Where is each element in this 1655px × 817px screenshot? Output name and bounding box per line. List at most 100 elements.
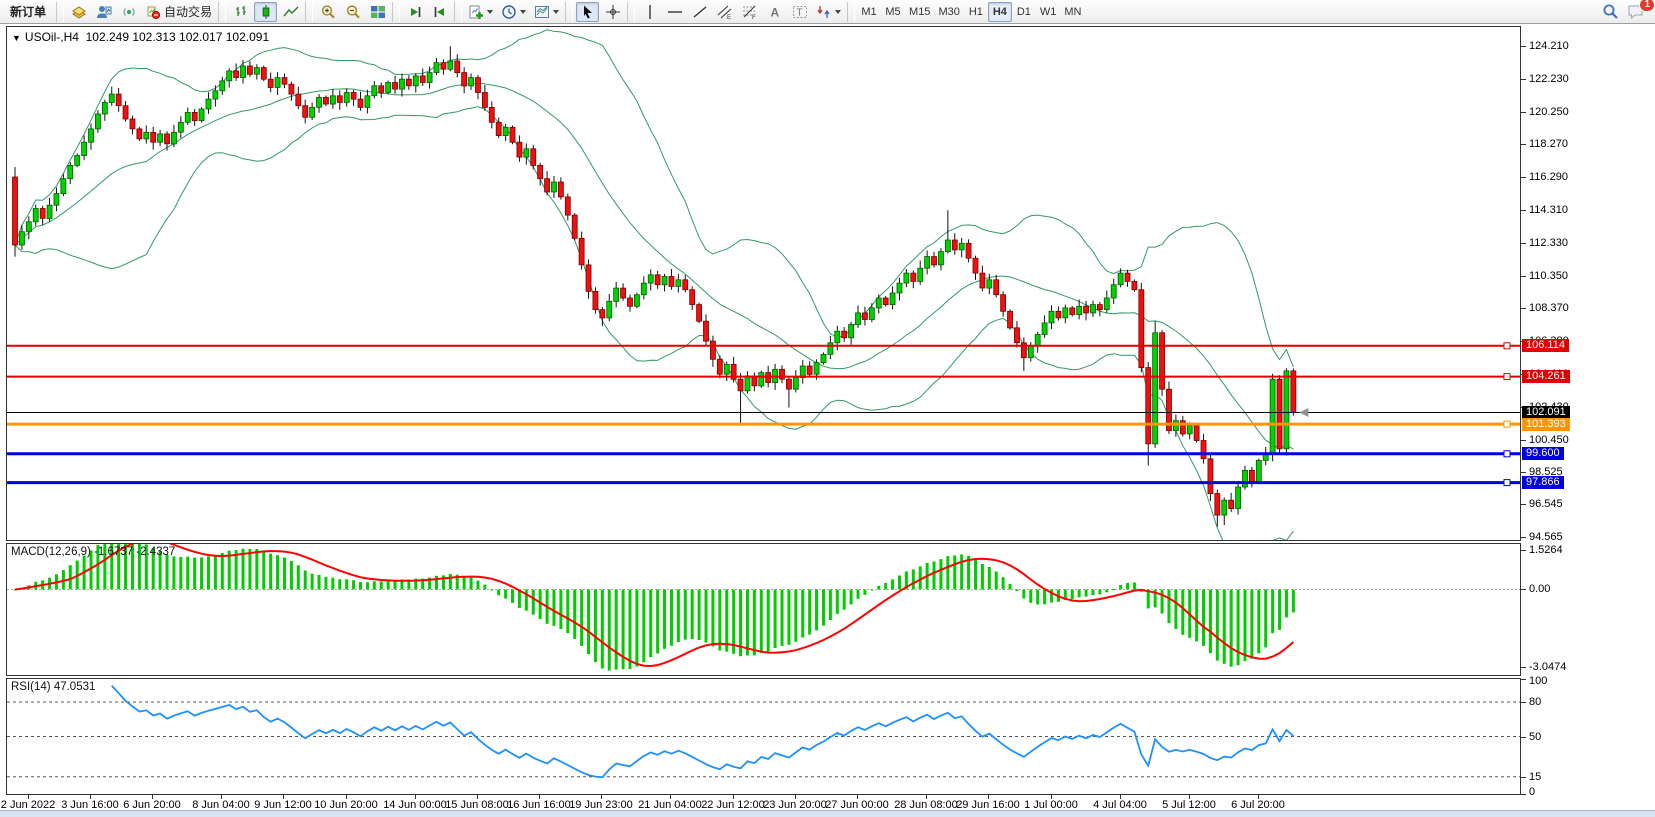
- candlestick-type-button[interactable]: [254, 2, 277, 22]
- price-tick-label: 116.290: [1529, 171, 1568, 183]
- bar-chart-type-icon: [233, 4, 249, 20]
- chart-window[interactable]: ▼USOil-,H4 102.249 102.313 102.017 102.0…: [0, 24, 1655, 811]
- charts-stack-button[interactable]: [67, 2, 90, 22]
- time-axis[interactable]: 2 Jun 20223 Jun 16:006 Jun 20:008 Jun 04…: [6, 795, 1519, 811]
- toolbar: 新订单 自动交易: [0, 0, 1655, 24]
- timeframe-h4-button[interactable]: H4: [988, 2, 1012, 22]
- price-level-label: 101.393: [1522, 418, 1570, 431]
- macd-canvas[interactable]: [7, 544, 1520, 675]
- timeframe-w1-button[interactable]: W1: [1036, 2, 1061, 22]
- new-chart-icon: [468, 4, 484, 20]
- text-label-button[interactable]: T: [788, 2, 811, 22]
- chart-shift-button[interactable]: [428, 2, 451, 22]
- toolbar-separator: [305, 2, 313, 22]
- timeframe-m15-button[interactable]: M15: [905, 2, 934, 22]
- macd-label: MACD(12,26,9) -1.6737 -2.4337: [11, 546, 175, 558]
- tile-windows-icon: [370, 4, 386, 20]
- equidistant-channel-button[interactable]: E: [713, 2, 736, 22]
- toolbar-separator: [392, 2, 400, 22]
- price-tick: [1521, 243, 1526, 244]
- price-tick: [1521, 472, 1526, 473]
- price-tick-label: 120.250: [1529, 106, 1569, 118]
- crosshair-button[interactable]: [601, 2, 624, 22]
- price-chart-canvas[interactable]: [7, 27, 1520, 540]
- main-chart-pane[interactable]: ▼USOil-,H4 102.249 102.313 102.017 102.0…: [6, 26, 1521, 541]
- chart-shift-icon: [432, 4, 448, 20]
- horizontal-line-icon: [667, 4, 683, 20]
- text-button[interactable]: A: [763, 2, 786, 22]
- zoom-out-icon: [345, 4, 361, 20]
- chart-title: ▼USOil-,H4 102.249 102.313 102.017 102.0…: [12, 30, 269, 44]
- horizontal-line-button[interactable]: [663, 2, 686, 22]
- periods-button[interactable]: [498, 2, 529, 22]
- timeframe-group: M1M5M15M30H1H4D1W1MN: [857, 2, 1085, 22]
- tile-windows-button[interactable]: [366, 2, 389, 22]
- price-tick-label: 108.370: [1529, 302, 1569, 314]
- fibonacci-button[interactable]: F: [738, 2, 761, 22]
- toolbar-separator: [218, 2, 226, 22]
- symbol-dropdown-icon[interactable]: ▼: [12, 33, 21, 43]
- periods-clock-icon: [501, 4, 517, 20]
- price-axis[interactable]: 124.210122.230120.250118.270116.290114.3…: [1521, 24, 1655, 811]
- arrows-button[interactable]: [813, 2, 844, 22]
- charts-stack-icon: [71, 4, 87, 20]
- price-tick: [1521, 537, 1526, 538]
- timeframe-m1-button[interactable]: M1: [857, 2, 881, 22]
- equidistant-channel-icon: E: [717, 4, 733, 20]
- zoom-out-button[interactable]: [341, 2, 364, 22]
- zoom-in-icon: [320, 4, 336, 20]
- price-tick-label: 94.565: [1529, 531, 1563, 543]
- rsi-tick: [1521, 679, 1526, 680]
- price-level-label: 97.866: [1522, 476, 1564, 489]
- rsi-tick-label: 15: [1529, 771, 1541, 783]
- auto-scroll-button[interactable]: [403, 2, 426, 22]
- rsi-tick: [1521, 702, 1526, 703]
- notification-badge: 1: [1639, 0, 1655, 12]
- macd-tick: [1521, 589, 1526, 590]
- rsi-tick-label: 80: [1529, 696, 1541, 708]
- text-label-icon: T: [792, 4, 808, 20]
- chevron-down-icon: [520, 10, 526, 14]
- autotrading-button[interactable]: 自动交易: [142, 2, 215, 22]
- price-tick: [1521, 210, 1526, 211]
- price-level-label: 99.600: [1522, 447, 1564, 460]
- macd-pane[interactable]: MACD(12,26,9) -1.6737 -2.4337: [6, 543, 1521, 676]
- new-order-button[interactable]: 新订单: [3, 2, 53, 22]
- rsi-pane[interactable]: RSI(14) 47.0531: [6, 678, 1521, 795]
- line-chart-type-icon: [283, 4, 299, 20]
- cursor-icon: [580, 4, 596, 20]
- macd-tick: [1521, 550, 1526, 551]
- cursor-button[interactable]: [576, 2, 599, 22]
- price-tick-label: 96.545: [1529, 498, 1563, 510]
- timeframe-mn-button[interactable]: MN: [1060, 2, 1085, 22]
- timeframe-m5-button[interactable]: M5: [881, 2, 905, 22]
- svg-text:T: T: [796, 7, 802, 18]
- toolbar-separator: [627, 2, 635, 22]
- price-level-label: 106.114: [1522, 339, 1569, 352]
- trend-line-button[interactable]: [688, 2, 711, 22]
- templates-button[interactable]: [531, 2, 562, 22]
- rsi-canvas[interactable]: [7, 679, 1520, 794]
- rsi-label: RSI(14) 47.0531: [11, 681, 95, 693]
- line-chart-type-button[interactable]: [279, 2, 302, 22]
- trend-line-icon: [692, 4, 708, 20]
- vertical-line-icon: [642, 4, 658, 20]
- timeframe-h1-button[interactable]: H1: [964, 2, 988, 22]
- fibonacci-icon: F: [742, 4, 758, 20]
- chevron-down-icon: [487, 10, 493, 14]
- signals-button[interactable]: [117, 2, 140, 22]
- timeframe-m30-button[interactable]: M30: [934, 2, 963, 22]
- timeframe-d1-button[interactable]: D1: [1012, 2, 1036, 22]
- price-tick-label: 122.230: [1529, 73, 1569, 85]
- autotrading-label: 自动交易: [164, 3, 212, 20]
- market-watch-button[interactable]: [92, 2, 115, 22]
- search-button[interactable]: [1599, 2, 1622, 22]
- price-tick: [1521, 276, 1526, 277]
- zoom-in-button[interactable]: [316, 2, 339, 22]
- new-chart-button[interactable]: [465, 2, 496, 22]
- price-tick-label: 112.330: [1529, 237, 1568, 249]
- price-tick-label: 100.450: [1529, 434, 1569, 446]
- chevron-down-icon: [835, 10, 841, 14]
- bar-chart-type-button[interactable]: [229, 2, 252, 22]
- vertical-line-button[interactable]: [638, 2, 661, 22]
